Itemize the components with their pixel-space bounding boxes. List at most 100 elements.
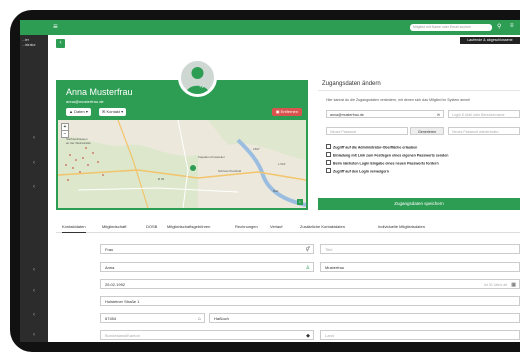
birthdate-field[interactable]: 25.02.1992 ist 30 Jahre alt ▦	[100, 279, 520, 289]
generate-password-button[interactable]: Generieren	[410, 127, 444, 135]
sidebar-item-1-chevron-icon[interactable]: ‹	[33, 135, 35, 141]
person-icon: +V	[186, 67, 209, 94]
panel-title: Zugangsdaten ändern	[322, 81, 381, 87]
sidebar-item-7-chevron-icon[interactable]: ‹	[33, 332, 35, 338]
tab-kontaktdaten[interactable]: Kontaktdaten	[62, 222, 86, 233]
first-name-value: Anna	[105, 265, 115, 270]
login-field[interactable]: Login E-Mail oder Benutzername	[448, 110, 520, 118]
checkbox-send-invite[interactable]: Einladung mit Link zum Festlegen eines e…	[326, 152, 448, 158]
title-field[interactable]: Titel	[320, 244, 520, 254]
data-button-label: Daten ▾	[74, 109, 88, 114]
checkbox-box[interactable]	[326, 144, 331, 149]
person-icon: ♙	[305, 265, 310, 271]
member-name: Anna Musterfrau	[66, 87, 133, 97]
running-completed-button[interactable]: Laufende & abgeschlossene	[460, 37, 520, 44]
sidebar-item-3-chevron-icon[interactable]: ‹	[33, 184, 35, 190]
location-icon: ◆	[306, 333, 310, 339]
repeat-password-field[interactable]: Neues Passwort wiederholen	[448, 127, 520, 135]
tab-individuelle-mitgliedsdaten[interactable]: Individuelle Mitgliedsdaten	[378, 222, 425, 232]
remove-button-label: Entfernen	[280, 109, 298, 114]
email-field[interactable]: anna@musterfrau.de ✉	[326, 110, 444, 118]
checkbox-force-new-password[interactable]: Beim nächsten Login Eingabe eines neuen …	[326, 160, 439, 166]
last-name-field[interactable]: Musterfrau	[320, 262, 520, 272]
avatar-badge: +V	[199, 84, 204, 89]
sidebar-user-info: ...ter ...istrator	[20, 35, 48, 50]
salutation-field[interactable]: Frau ⚥	[100, 244, 314, 254]
sidebar-item-4-chevron-icon[interactable]: ‹	[33, 267, 35, 273]
map-label-6: L 524	[278, 162, 286, 166]
data-dropdown-button[interactable]: ▲ Daten ▾	[66, 108, 91, 116]
sidebar: ...ter ...istrator ‹ ‹ ‹ ‹ ‹ ‹ ‹	[20, 20, 48, 342]
device-frame: ...ter ...istrator ‹ ‹ ‹ ‹ ‹ ‹ ‹ ≡ Mitgl…	[10, 10, 520, 352]
title-placeholder: Titel	[325, 247, 333, 252]
email-field-value: anna@musterfrau.de	[330, 113, 364, 117]
app-screen: ...ter ...istrator ‹ ‹ ‹ ‹ ‹ ‹ ‹ ≡ Mitgl…	[20, 20, 520, 342]
checkbox-label: Einladung mit Link zum Festlegen eines e…	[333, 153, 449, 158]
tab-zusaetzliche-kontaktdaten[interactable]: Zusätzliche Kontaktdaten	[300, 222, 345, 232]
sub-bar: ‹ Laufende & abgeschlossene	[48, 35, 520, 70]
tab-dosb[interactable]: DOSB	[146, 222, 157, 232]
panel-divider	[318, 90, 520, 91]
profile-header: +V Anna Musterfrau anna@musterfrau.de ▲ …	[56, 58, 308, 210]
contact-button-label: Kontakt ▾	[106, 109, 124, 114]
back-button[interactable]: ‹	[56, 39, 65, 48]
sidebar-user-line-2: ...istrator	[22, 42, 36, 47]
sidebar-item-6-chevron-icon[interactable]: ‹	[33, 312, 35, 318]
map-label-7: L507	[253, 147, 260, 151]
map-info-icon[interactable]: i	[297, 199, 303, 205]
street-value: Holsteiner Straße 1	[105, 299, 140, 304]
gender-icon: ⚥	[305, 247, 310, 253]
tag-icon: ⌂	[197, 316, 201, 322]
map-label-3: Kapellen-Drusweiler	[198, 155, 225, 159]
zip-value: 67454	[105, 316, 117, 321]
calendar-icon: ▦	[511, 282, 516, 288]
panel-description: Hier kannst du die Zugangsdaten veränder…	[326, 98, 471, 102]
zip-field[interactable]: 67454 ⌂	[100, 313, 205, 323]
age-hint: ist 30 Jahre alt	[484, 283, 507, 287]
member-email: anna@musterfrau.de	[66, 99, 104, 104]
map-label-8: B 39	[158, 177, 165, 181]
access-data-panel: Zugangsdaten ändern Hier kannst du die Z…	[318, 80, 520, 210]
checkbox-label: Beim nächsten Login Eingabe eines neuen …	[333, 161, 439, 166]
map-label-4: Schloss Pretzfeld	[218, 169, 242, 173]
city-field[interactable]: Haßloch	[209, 313, 520, 323]
checkbox-box[interactable]	[326, 152, 331, 157]
map-graphic: Sachsenhausen an der Weinstraße Kapellen…	[58, 120, 306, 208]
save-access-data-button[interactable]: Zugangsdaten speichern	[318, 198, 520, 210]
search-icon[interactable]: ⚲	[497, 23, 501, 30]
map-zoom-out-button[interactable]: −	[61, 130, 69, 138]
birthdate-value: 25.02.1992	[105, 282, 126, 287]
sidebar-header	[20, 20, 48, 35]
remove-member-button[interactable]: ▣ Entfernen	[271, 108, 302, 116]
tab-rechnungen[interactable]: Rechnungen	[235, 222, 258, 232]
city-value: Haßloch	[214, 316, 229, 321]
sidebar-item-2-chevron-icon[interactable]: ‹	[33, 160, 35, 166]
checkbox-label: Zugriff auf den Login verweigern	[333, 169, 389, 174]
checkbox-box[interactable]	[326, 160, 331, 165]
tab-verlauf[interactable]: Verlauf	[270, 222, 282, 232]
avatar[interactable]: +V	[178, 58, 217, 97]
checkbox-admin-access[interactable]: Zugriff auf die Administrator-Oberfläche…	[326, 144, 417, 150]
mail-icon: ✉	[436, 113, 440, 117]
tab-mitgliedschaft[interactable]: Mitgliedschaft	[102, 222, 126, 232]
street-field[interactable]: Holsteiner Straße 1	[100, 296, 520, 306]
country-placeholder: Land	[325, 333, 334, 338]
location-map[interactable]: Sachsenhausen an der Weinstraße Kapellen…	[58, 120, 306, 208]
map-label-5: Bad	[273, 189, 279, 193]
first-name-field[interactable]: Anna ♙	[100, 262, 314, 272]
map-label-2: an der Weinstraße	[66, 141, 91, 145]
top-bar: ≡ Mitglied mit Name oder Email suchen ⚲ …	[48, 20, 520, 35]
tab-mitgliedschaftsgebuehren[interactable]: Mitgliedschaftsgebühren	[167, 222, 210, 232]
checkbox-deny-login[interactable]: Zugriff auf den Login verweigern	[326, 168, 389, 174]
new-password-field[interactable]: Neues Passwort	[326, 127, 408, 135]
country-field[interactable]: Land	[320, 330, 520, 340]
more-icon[interactable]: ≡	[510, 23, 514, 29]
sidebar-item-5-chevron-icon[interactable]: ‹	[33, 288, 35, 294]
hamburger-icon[interactable]: ≡	[53, 23, 58, 31]
contact-dropdown-button[interactable]: ✉ Kontakt ▾	[99, 108, 127, 116]
member-search-input[interactable]: Mitglied mit Name oder Email suchen	[410, 24, 492, 31]
last-name-value: Musterfrau	[325, 265, 345, 270]
salutation-value: Frau	[105, 247, 114, 252]
state-field[interactable]: Bundesland/Kanton ◆	[100, 330, 314, 340]
checkbox-box[interactable]	[326, 168, 331, 173]
